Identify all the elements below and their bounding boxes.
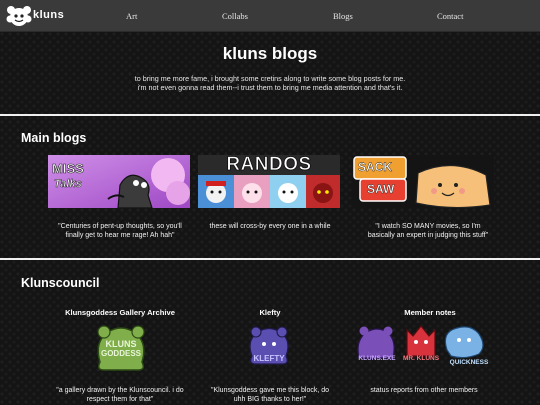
randos-title: RANDOS	[226, 155, 312, 175]
miss-talks-caption-line-2: finally get to hear me rage! Ah hah"	[65, 232, 175, 239]
klunscouncil-heading: Klunscouncil	[21, 276, 100, 290]
sack-saw-caption: "I watch SO MANY movies, so I'm basicall…	[348, 222, 508, 240]
site-logo[interactable]: kluns	[6, 4, 76, 28]
miss-talks-banner[interactable]: MISS Talks	[48, 155, 190, 208]
klefty-link[interactable]: KLEFTY	[244, 322, 294, 368]
sack-saw-caption-line-1: "I watch SO MANY movies, so I'm	[375, 223, 481, 230]
nav-link-contact[interactable]: Contact	[437, 11, 463, 21]
kluns-logo-icon	[6, 6, 32, 26]
hero-description-line-2: i'm not even gonna read them--i trust th…	[137, 83, 403, 92]
member-notes-art	[357, 325, 484, 359]
gallery-archive-title: Klunsgoddess Gallery Archive	[65, 308, 175, 317]
miss-talks-subtitle: Talks	[54, 178, 82, 191]
klunsgoddess-art-label-1: KLUNS	[105, 339, 137, 349]
sack-saw-banner[interactable]: SACK SAW	[352, 155, 494, 208]
nav-link-blogs[interactable]: Blogs	[333, 11, 353, 21]
klefty-title: Klefty	[259, 308, 281, 317]
logo-text: kluns	[33, 9, 65, 21]
miss-talks-title: MISS	[52, 161, 84, 177]
gallery-archive-caption-line-2: respect them for that"	[86, 396, 154, 403]
randos-caption-line-1: these will cross-by every one in a while	[209, 223, 331, 230]
member-notes-caption-line-1: status reports from other members	[370, 387, 478, 394]
klunsgoddess-gallery-link[interactable]: KLUNS GODDESS	[90, 322, 152, 374]
sack-saw-title-line-1: SACK	[358, 160, 393, 174]
sack-saw-caption-line-2: basically an expert in judging this stuf…	[367, 232, 489, 239]
klefty-caption-line-1: "Klunsgoddess gave me this block, do	[210, 387, 330, 394]
nav-link-collabs[interactable]: Collabs	[222, 11, 248, 21]
kluns-exe-label: KLUNS.EXE	[358, 355, 396, 362]
klefty-art-label: KLEFTY	[253, 354, 285, 363]
main-blogs-heading: Main blogs	[21, 131, 87, 145]
section-divider	[0, 114, 540, 116]
hero-description-line-1: to bring me more fame, i brought some cr…	[134, 74, 406, 83]
member-notes-link[interactable]: KLUNS.EXE MR. KLUNS QUICKNESS	[355, 322, 495, 374]
gallery-archive-caption: "a gallery drawn by the Klunscouncil. i …	[38, 386, 202, 404]
klunsgoddess-art-label-2: GODDESS	[100, 349, 141, 358]
klefty-caption-line-2: uhh BIG thanks to her!"	[233, 396, 307, 403]
section-divider	[0, 258, 540, 260]
miss-talks-caption-line-1: "Centuries of pent-up thoughts, so you'l…	[58, 223, 182, 230]
klefty-caption: "Klunsgoddess gave me this block, do uhh…	[196, 386, 344, 404]
quickness-label: QUICKNESS	[449, 359, 489, 366]
member-notes-title: Member notes	[404, 308, 456, 317]
randos-banner[interactable]: RANDOS	[198, 155, 340, 208]
mr-kluns-label: MR. KLUNS	[402, 355, 440, 362]
gallery-archive-caption-line-1: "a gallery drawn by the Klunscouncil. i …	[56, 387, 184, 394]
page-title: kluns blogs	[222, 44, 318, 63]
nav-link-art[interactable]: Art	[126, 11, 137, 21]
sack-saw-title-line-2: SAW	[367, 182, 395, 196]
navbar: kluns Art Collabs Blogs Contact	[0, 0, 540, 32]
randos-caption: these will cross-by every one in a while	[190, 222, 350, 231]
miss-talks-caption: "Centuries of pent-up thoughts, so you'l…	[40, 222, 200, 240]
member-notes-caption: status reports from other members	[352, 386, 496, 395]
